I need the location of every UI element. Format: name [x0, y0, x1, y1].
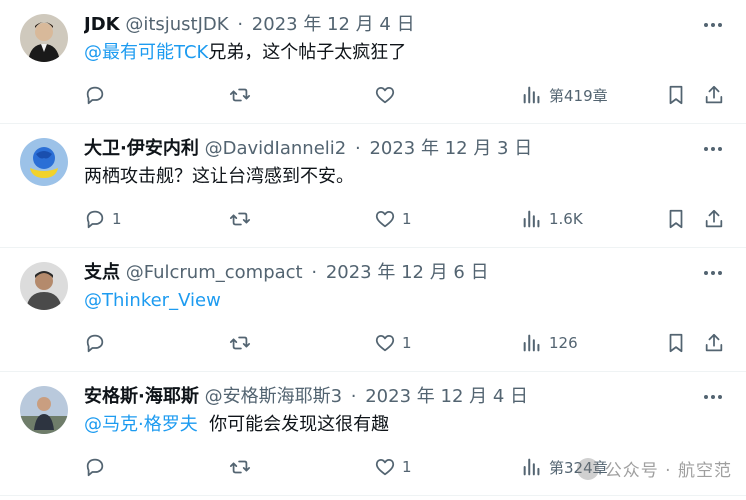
tweet-actions: 第419章	[84, 82, 724, 108]
like-button[interactable]: 1	[374, 206, 412, 232]
watermark-logo-icon	[576, 457, 599, 480]
tweet-date[interactable]: 2023 年 12 月 4 日	[365, 386, 528, 407]
tweet-header: JDK @itsjustJDK · 2023 年 12 月 4 日	[84, 12, 686, 38]
reply-icon	[86, 86, 104, 105]
author-name[interactable]: 支点	[84, 262, 120, 283]
bookmark-button[interactable]	[665, 82, 687, 108]
share-icon	[705, 209, 723, 228]
watermark-text: 公众号 · 航空范	[604, 461, 732, 481]
views-icon	[523, 86, 540, 104]
separator-dot: ·	[311, 262, 318, 283]
author-handle[interactable]: @itsjustJDK	[125, 14, 228, 35]
more-options-icon[interactable]	[702, 138, 724, 160]
tweet-text: @马克·格罗夫 你可能会发现这很有趣	[84, 412, 706, 438]
like-button[interactable]: 1	[374, 330, 412, 356]
separator-dot: ·	[354, 138, 361, 159]
tweet-text: @Thinker_View	[84, 288, 706, 314]
view-count: 第419章	[549, 86, 608, 105]
tweet-text: @最有可能TCK兄弟，这个帖子太疯狂了	[84, 40, 706, 66]
more-options-icon[interactable]	[702, 386, 724, 408]
reply-button[interactable]	[84, 454, 112, 480]
retweet-icon	[229, 336, 251, 350]
author-handle[interactable]: @安格斯海耶斯3	[205, 386, 342, 407]
heart-icon	[375, 210, 395, 228]
bookmark-button[interactable]	[665, 206, 687, 232]
heart-icon	[375, 334, 395, 352]
mention-link[interactable]: @Thinker_View	[84, 290, 221, 311]
separator-dot: ·	[350, 386, 357, 407]
reply-button[interactable]	[84, 82, 112, 108]
tweet-date[interactable]: 2023 年 12 月 6 日	[326, 262, 489, 283]
like-count: 1	[402, 210, 412, 228]
author-handle[interactable]: @DavidIanneli2	[205, 138, 347, 159]
tweet-header: 大卫·伊安内利 @DavidIanneli2 · 2023 年 12 月 3 日	[84, 136, 686, 162]
tweet-item[interactable]: 支点 @Fulcrum_compact · 2023 年 12 月 6 日 @T…	[0, 248, 746, 372]
reply-count: 1	[112, 210, 122, 228]
author-name[interactable]: JDK	[84, 14, 120, 35]
tweet-body-text: 两栖攻击舰？这让台湾感到不安。	[84, 166, 354, 187]
reply-button[interactable]: 1	[84, 206, 122, 232]
tweet-feed: JDK @itsjustJDK · 2023 年 12 月 4 日 @最有可能T…	[0, 0, 746, 500]
share-button[interactable]	[703, 82, 725, 108]
avatar[interactable]	[20, 262, 68, 310]
bookmark-icon	[669, 209, 683, 229]
avatar[interactable]	[20, 14, 68, 62]
retweet-button[interactable]	[229, 330, 257, 356]
bookmark-button[interactable]	[665, 330, 687, 356]
share-icon	[705, 333, 723, 352]
reply-icon	[86, 210, 104, 229]
views-icon	[523, 458, 540, 476]
reply-icon	[86, 334, 104, 353]
tweet-body-text: 兄弟，这个帖子太疯狂了	[208, 42, 407, 63]
tweet-header: 支点 @Fulcrum_compact · 2023 年 12 月 6 日	[84, 260, 686, 286]
more-options-icon[interactable]	[702, 14, 724, 36]
view-count: 126	[549, 334, 578, 352]
retweet-button[interactable]	[229, 82, 257, 108]
heart-icon	[375, 86, 395, 104]
author-handle[interactable]: @Fulcrum_compact	[126, 262, 303, 283]
bookmark-icon	[669, 85, 683, 105]
retweet-button[interactable]	[229, 206, 257, 232]
bookmark-icon	[669, 333, 683, 353]
retweet-icon	[229, 88, 251, 102]
retweet-button[interactable]	[229, 454, 257, 480]
more-options-icon[interactable]	[702, 262, 724, 284]
views-button[interactable]: 第419章	[521, 82, 608, 108]
tweet-actions: 1 126	[84, 330, 724, 356]
tweet-date[interactable]: 2023 年 12 月 4 日	[252, 14, 415, 35]
mention-link[interactable]: @最有可能TCK	[84, 42, 208, 63]
author-name[interactable]: 安格斯·海耶斯	[84, 386, 199, 407]
tweet-item[interactable]: 大卫·伊安内利 @DavidIanneli2 · 2023 年 12 月 3 日…	[0, 124, 746, 248]
separator-dot: ·	[237, 14, 244, 35]
like-button[interactable]	[374, 82, 402, 108]
tweet-date[interactable]: 2023 年 12 月 3 日	[369, 138, 532, 159]
share-icon	[705, 85, 723, 104]
reply-button[interactable]	[84, 330, 112, 356]
avatar[interactable]	[20, 138, 68, 186]
share-button[interactable]	[703, 330, 725, 356]
like-button[interactable]: 1	[374, 454, 412, 480]
view-count: 1.6K	[549, 210, 583, 228]
avatar[interactable]	[20, 386, 68, 434]
mention-link[interactable]: @马克·格罗夫	[84, 414, 198, 435]
retweet-icon	[229, 212, 251, 226]
tweet-header: 安格斯·海耶斯 @安格斯海耶斯3 · 2023 年 12 月 4 日	[84, 384, 686, 410]
reply-icon	[86, 458, 104, 477]
tweet-actions: 1 1 1.6K	[84, 206, 724, 232]
tweet-body-text: 你可能会发现这很有趣	[197, 414, 390, 435]
views-icon	[523, 210, 540, 228]
views-button[interactable]: 1.6K	[521, 206, 583, 232]
watermark: 公众号 · 航空范	[576, 456, 732, 481]
tweet-item[interactable]: JDK @itsjustJDK · 2023 年 12 月 4 日 @最有可能T…	[0, 0, 746, 124]
tweet-text: 两栖攻击舰？这让台湾感到不安。	[84, 164, 706, 190]
like-count: 1	[402, 334, 412, 352]
author-name[interactable]: 大卫·伊安内利	[84, 138, 199, 159]
retweet-icon	[229, 460, 251, 474]
views-button[interactable]: 126	[521, 330, 578, 356]
heart-icon	[375, 458, 395, 476]
views-icon	[523, 334, 540, 352]
share-button[interactable]	[703, 206, 725, 232]
like-count: 1	[402, 458, 412, 476]
